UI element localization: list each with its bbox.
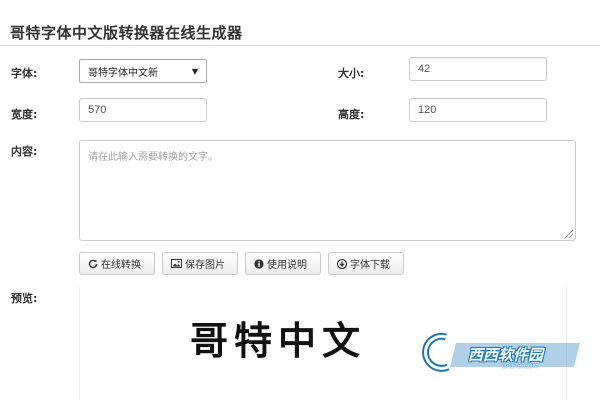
width-input[interactable]: 570 — [79, 98, 207, 122]
size-input[interactable]: 42 — [409, 57, 547, 81]
size-label: 大小: — [338, 67, 365, 80]
help-button[interactable]: 使用说明 — [245, 252, 321, 275]
height-input-value: 120 — [418, 104, 437, 116]
font-select-value: 哥特字体中文新 — [88, 67, 158, 79]
picture-icon — [171, 259, 182, 268]
size-input-value: 42 — [418, 63, 431, 75]
help-button-label: 使用说明 — [267, 260, 307, 271]
save-image-button[interactable]: 保存图片 — [162, 252, 238, 275]
refresh-icon — [88, 259, 98, 269]
watermark-url: CR173.COM — [502, 363, 538, 370]
save-image-button-label: 保存图片 — [185, 260, 225, 271]
width-input-value: 570 — [88, 104, 107, 116]
resize-grip-icon[interactable] — [565, 230, 573, 238]
title-divider — [0, 45, 600, 46]
download-icon — [337, 258, 347, 269]
preview-label: 预览: — [11, 292, 38, 305]
height-input[interactable]: 120 — [409, 98, 547, 122]
content-textarea[interactable]: 请在此输入需要转换的文字。 — [79, 140, 576, 241]
font-download-button[interactable]: 字体下载 — [328, 252, 404, 275]
font-download-button-label: 字体下载 — [350, 260, 390, 271]
convert-button-label: 在线转换 — [101, 260, 141, 271]
font-label: 字体: — [11, 67, 38, 80]
content-placeholder: 请在此输入需要转换的文字。 — [88, 152, 218, 163]
content-label: 内容: — [11, 145, 38, 158]
chevron-down-icon: ▼ — [191, 66, 198, 76]
watermark-brand: 西西软件园 — [468, 346, 544, 364]
info-icon — [254, 258, 264, 269]
height-label: 高度: — [338, 108, 365, 121]
convert-button[interactable]: 在线转换 — [79, 252, 155, 275]
page-title: 哥特字体中文版转换器在线生成器 — [10, 24, 243, 42]
site-watermark: 西西软件园 CR173.COM — [416, 331, 584, 375]
preview-text: 哥特中文 — [190, 318, 367, 363]
width-label: 宽度: — [11, 108, 38, 121]
font-select[interactable]: 哥特字体中文新 ▼ — [79, 59, 207, 83]
